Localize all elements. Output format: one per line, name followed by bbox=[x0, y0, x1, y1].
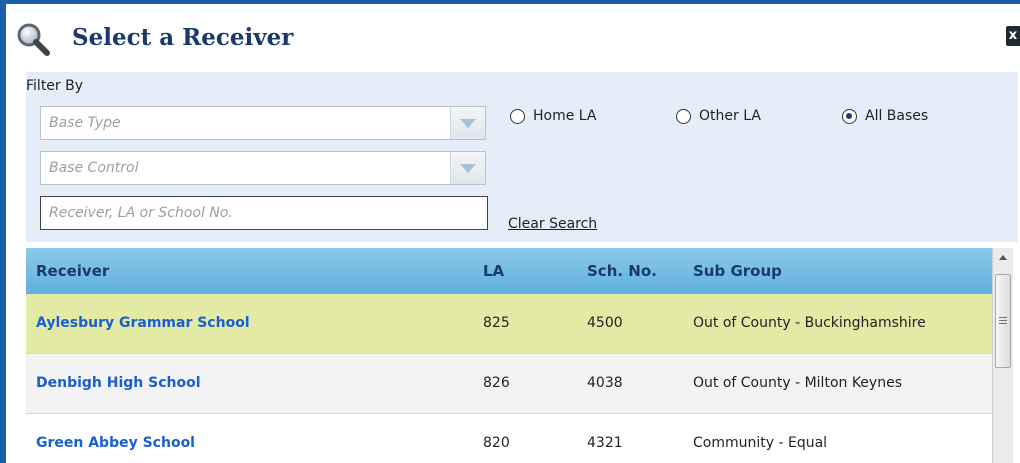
grid-scrollbar[interactable] bbox=[992, 248, 1013, 463]
chevron-down-icon bbox=[460, 119, 476, 128]
column-header-receiver[interactable]: Receiver bbox=[36, 262, 109, 280]
radio-other-la[interactable]: Other LA bbox=[676, 108, 761, 124]
cell-la: 820 bbox=[483, 435, 510, 451]
filter-panel: Filter By Base Type Base Control Clear S… bbox=[26, 72, 1018, 242]
cell-receiver[interactable]: Aylesbury Grammar School bbox=[36, 315, 250, 331]
cell-sch-no: 4321 bbox=[587, 435, 623, 451]
base-type-dropdown-button[interactable] bbox=[450, 107, 485, 139]
base-type-placeholder: Base Type bbox=[49, 115, 121, 131]
table-row[interactable]: Denbigh High School 826 4038 Out of Coun… bbox=[26, 354, 992, 414]
dialog-title: Select a Receiver bbox=[72, 24, 294, 51]
base-type-select[interactable]: Base Type bbox=[40, 106, 486, 140]
radio-circle[interactable] bbox=[510, 108, 525, 124]
cell-sch-no: 4500 bbox=[587, 315, 623, 331]
radio-all-bases[interactable]: All Bases bbox=[842, 108, 928, 124]
table-row-selected[interactable]: Aylesbury Grammar School 825 4500 Out of… bbox=[26, 294, 992, 354]
grid-header: Receiver LA Sch. No. Sub Group bbox=[26, 248, 992, 294]
scroll-up-button[interactable] bbox=[993, 248, 1013, 268]
receiver-dialog: Select a Receiver x Filter By Base Type … bbox=[0, 0, 1020, 463]
close-button[interactable]: x bbox=[1006, 26, 1020, 46]
scroll-grip-line bbox=[999, 320, 1007, 321]
cell-receiver[interactable]: Denbigh High School bbox=[36, 375, 201, 391]
cell-sub-group: Out of County - Milton Keynes bbox=[693, 375, 902, 391]
base-control-select[interactable]: Base Control bbox=[40, 151, 486, 185]
radio-home-la-label: Home LA bbox=[533, 108, 597, 124]
clear-search-link[interactable]: Clear Search bbox=[508, 216, 597, 232]
receiver-search-input[interactable] bbox=[47, 197, 481, 229]
chevron-up-icon bbox=[999, 255, 1007, 260]
window-left-border bbox=[0, 0, 6, 463]
scroll-grip-line bbox=[999, 323, 1007, 324]
column-header-sch-no[interactable]: Sch. No. bbox=[587, 262, 657, 280]
filter-label: Filter By bbox=[26, 78, 84, 94]
scroll-thumb[interactable] bbox=[995, 274, 1011, 368]
receiver-search-field[interactable] bbox=[40, 196, 488, 230]
receiver-grid: Receiver LA Sch. No. Sub Group Aylesbury… bbox=[26, 248, 992, 463]
column-header-la[interactable]: LA bbox=[483, 262, 504, 280]
cell-sub-group: Community - Equal bbox=[693, 435, 828, 451]
magnifier-icon bbox=[16, 22, 50, 56]
column-header-sub-group[interactable]: Sub Group bbox=[693, 262, 782, 280]
cell-sch-no: 4038 bbox=[587, 375, 623, 391]
radio-circle[interactable] bbox=[676, 108, 691, 124]
cell-la: 826 bbox=[483, 375, 510, 391]
radio-home-la[interactable]: Home LA bbox=[510, 108, 597, 124]
chevron-down-icon bbox=[460, 164, 476, 173]
cell-receiver[interactable]: Green Abbey School bbox=[36, 435, 195, 451]
radio-circle-selected[interactable] bbox=[842, 108, 857, 124]
radio-all-bases-label: All Bases bbox=[865, 108, 929, 124]
base-control-dropdown-button[interactable] bbox=[450, 152, 485, 184]
radio-other-la-label: Other LA bbox=[699, 108, 761, 124]
cell-sub-group: Out of County - Buckinghamshire bbox=[693, 315, 926, 331]
base-control-placeholder: Base Control bbox=[49, 160, 139, 176]
dialog-header: Select a Receiver x bbox=[6, 4, 1020, 68]
scroll-grip-line bbox=[999, 317, 1007, 318]
cell-la: 825 bbox=[483, 315, 510, 331]
table-row[interactable]: Green Abbey School 820 4321 Community - … bbox=[26, 414, 992, 463]
